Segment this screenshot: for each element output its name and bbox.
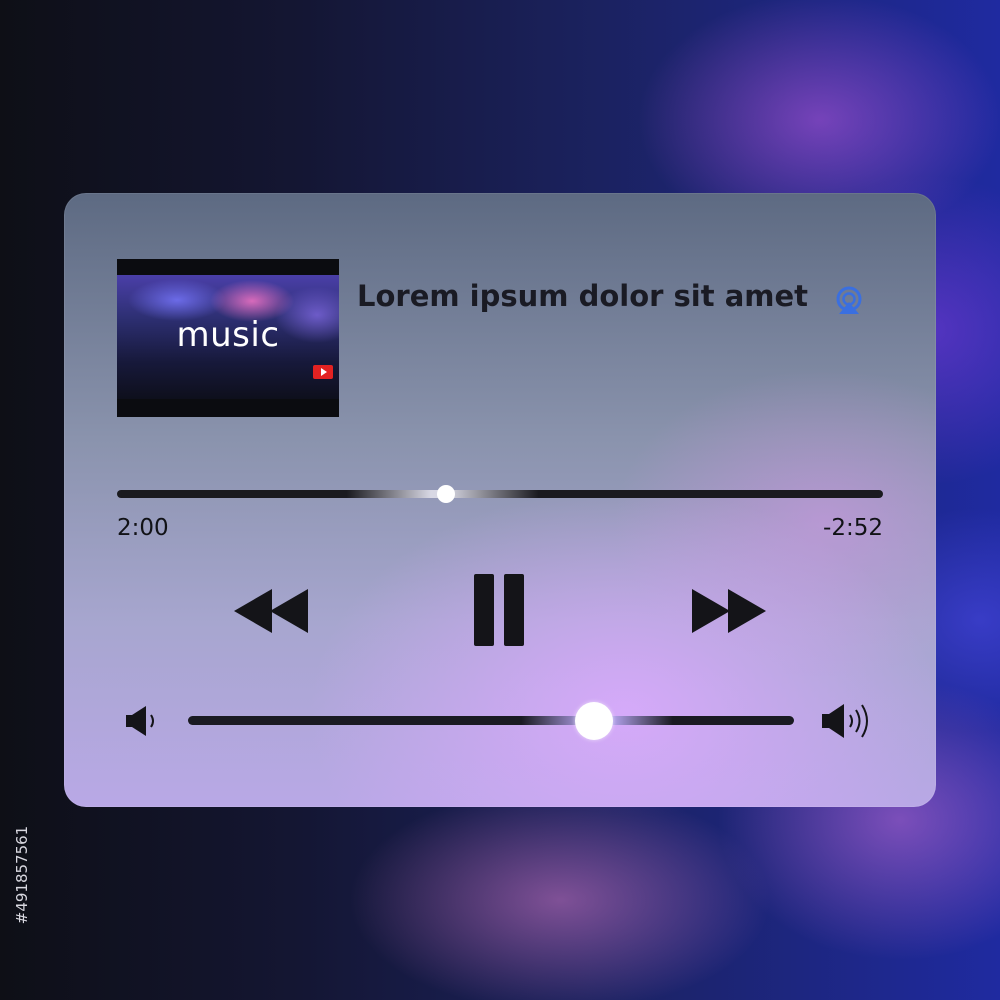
song-title: Lorem ipsum dolor sit amet [357, 279, 809, 313]
volume-handle[interactable] [575, 702, 614, 740]
youtube-play-icon [313, 365, 333, 379]
elapsed-time: 2:00 [117, 515, 169, 541]
stock-id-watermark: #491857561 [12, 770, 32, 980]
progress-handle[interactable] [437, 485, 456, 503]
volume-slider[interactable] [188, 716, 794, 725]
airplay-icon[interactable] [832, 283, 866, 317]
music-player-card: music Lorem ipsum dolor sit amet 2:00 -2… [64, 193, 936, 807]
fast-forward-icon[interactable] [688, 587, 768, 635]
volume-low-icon[interactable] [124, 703, 162, 739]
thumbnail-label: music [176, 315, 280, 355]
pause-icon[interactable] [472, 573, 526, 647]
progress-bar[interactable] [117, 490, 883, 498]
stock-id-text: #491857561 [13, 825, 31, 925]
remaining-time: -2:52 [823, 515, 883, 541]
volume-high-icon[interactable] [820, 701, 876, 741]
rewind-icon[interactable] [232, 587, 312, 635]
album-thumbnail[interactable]: music [117, 259, 339, 417]
